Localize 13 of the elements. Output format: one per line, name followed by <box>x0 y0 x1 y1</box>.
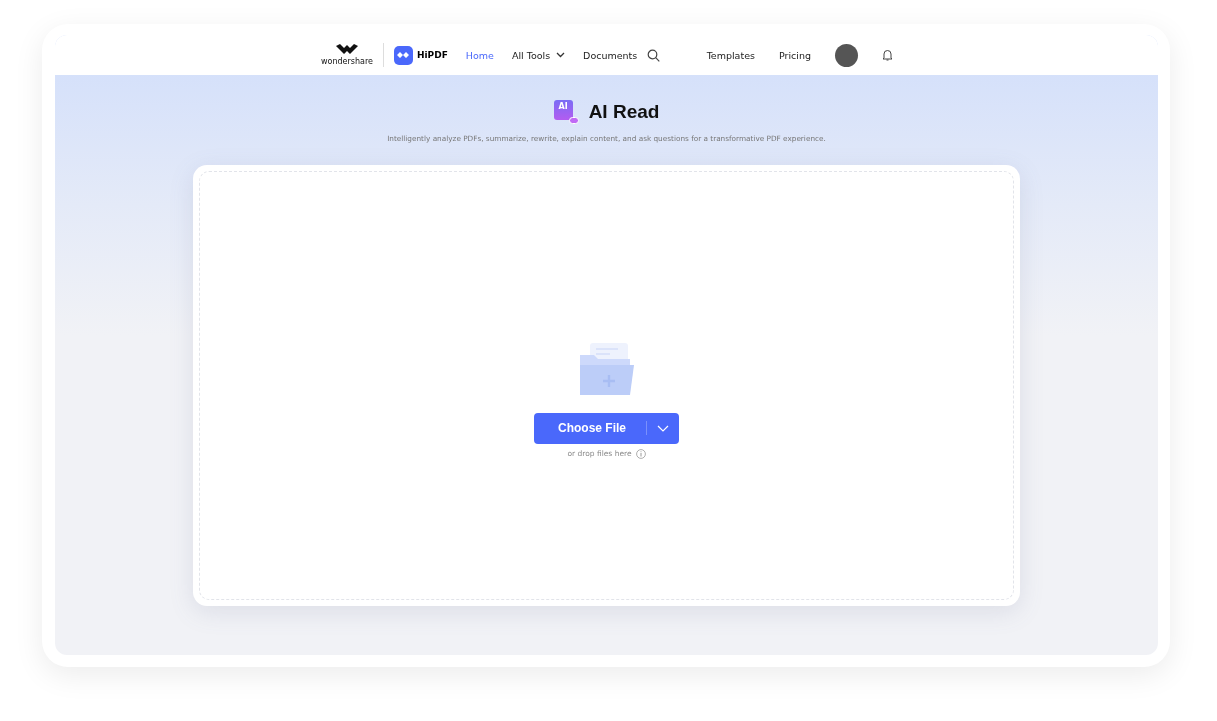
page-title: AI Read <box>588 101 660 123</box>
nav-link[interactable]: Documents <box>583 49 638 61</box>
search-icon[interactable] <box>647 48 661 62</box>
wondershare-logo[interactable]: wondershare <box>321 44 373 66</box>
nav-link[interactable]: Pricing <box>778 49 811 61</box>
nav-link[interactable]: Home <box>465 49 494 61</box>
nav-link[interactable]: All Tools <box>511 49 566 61</box>
nav-link[interactable]: Templates <box>706 49 755 61</box>
avatar[interactable] <box>835 43 858 67</box>
hipdf-logo[interactable]: HiPDF <box>394 45 448 65</box>
bell-icon[interactable] <box>882 49 893 61</box>
chevron-down-icon[interactable] <box>556 52 566 58</box>
choose-file-button[interactable]: Choose File <box>534 412 679 444</box>
